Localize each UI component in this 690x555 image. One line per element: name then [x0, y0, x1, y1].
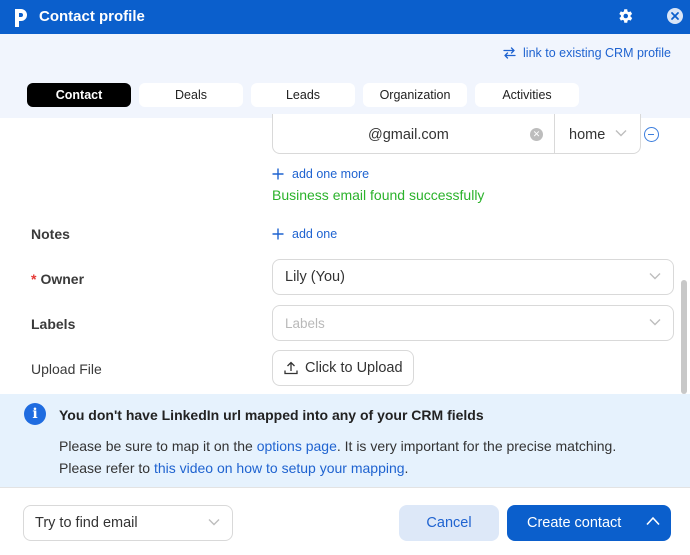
find-email-select[interactable]: Try to find email	[23, 505, 233, 541]
cancel-button[interactable]: Cancel	[399, 505, 499, 541]
add-note-link[interactable]: add one	[272, 227, 337, 241]
info-line-1-prefix: Please be sure to map it on the	[59, 438, 257, 454]
gear-icon[interactable]	[616, 7, 634, 25]
owner-label: * Owner	[31, 271, 84, 287]
clear-email-icon[interactable]: ✕	[530, 128, 543, 141]
options-page-link[interactable]: options page	[257, 438, 337, 454]
labels-select[interactable]: Labels	[272, 305, 674, 341]
email-value: @gmail.com	[368, 127, 449, 143]
info-line-2-prefix: Please refer to	[59, 460, 154, 476]
close-icon	[671, 12, 679, 20]
notes-label: Notes	[31, 226, 70, 242]
close-button[interactable]	[667, 8, 683, 24]
chevron-up-icon[interactable]	[646, 516, 660, 526]
link-crm-profile-link[interactable]: link to existing CRM profile	[503, 46, 671, 60]
required-mark: *	[31, 271, 37, 287]
owner-value: Lily (You)	[285, 269, 345, 285]
tab-contact[interactable]: Contact	[27, 83, 131, 107]
remove-email-icon[interactable]	[644, 127, 659, 142]
info-line-1-suffix: . It is very important for the precise m…	[336, 438, 617, 454]
add-note-label: add one	[292, 227, 338, 241]
owner-label-text: Owner	[40, 271, 85, 287]
owner-select[interactable]: Lily (You)	[272, 259, 674, 295]
swap-arrows-icon	[503, 47, 516, 59]
scrollbar[interactable]	[681, 280, 687, 394]
mapping-video-link[interactable]: this video on how to setup your mapping	[154, 460, 405, 476]
info-line-2: Please refer to this video on how to set…	[59, 460, 408, 476]
tab-bar: Contact Deals Leads Organization Activit…	[27, 83, 579, 107]
find-email-value: Try to find email	[35, 515, 138, 531]
chevron-down-icon	[649, 319, 661, 326]
title-bar: Contact profile	[0, 0, 690, 34]
link-crm-profile-label: link to existing CRM profile	[523, 46, 671, 60]
chevron-down-icon	[649, 273, 661, 280]
create-contact-button[interactable]: Create contact	[507, 505, 671, 541]
chevron-down-icon	[615, 130, 627, 137]
info-line-1: Please be sure to map it on the options …	[59, 438, 616, 454]
labels-placeholder: Labels	[285, 316, 325, 331]
success-message: Business email found successfully	[272, 187, 485, 203]
add-one-more-label: add one more	[292, 167, 370, 181]
tab-activities[interactable]: Activities	[475, 83, 579, 107]
upload-button[interactable]: Click to Upload	[272, 350, 414, 386]
upload-file-label: Upload File	[31, 361, 102, 377]
pipedrive-logo-icon	[15, 9, 27, 27]
add-one-more-email-link[interactable]: add one more	[272, 167, 369, 181]
tab-organization[interactable]: Organization	[363, 83, 467, 107]
tab-leads[interactable]: Leads	[251, 83, 355, 107]
upload-button-label: Click to Upload	[305, 360, 403, 376]
plus-icon	[272, 228, 284, 240]
labels-label: Labels	[31, 316, 76, 332]
chevron-down-icon	[208, 519, 220, 526]
tab-deals[interactable]: Deals	[139, 83, 243, 107]
create-contact-label: Create contact	[527, 515, 622, 531]
upload-icon	[284, 361, 298, 375]
info-line-2-suffix: .	[404, 460, 409, 476]
info-icon: i	[24, 403, 46, 425]
email-type-value: home	[569, 127, 606, 143]
plus-icon	[272, 168, 284, 180]
info-title: You don't have LinkedIn url mapped into …	[59, 407, 484, 423]
window-title: Contact profile	[39, 8, 145, 25]
